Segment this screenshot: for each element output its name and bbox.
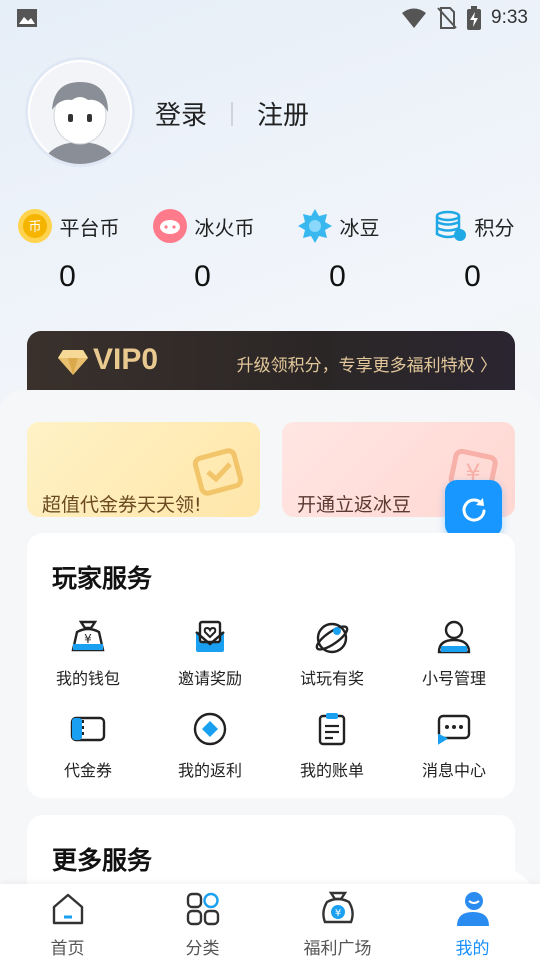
nav-item-mine[interactable]: 我的 <box>405 884 540 960</box>
rebate-icon <box>190 709 230 748</box>
diamond-icon <box>58 350 88 375</box>
currency-label: 冰豆 <box>339 215 380 240</box>
welfare-icon: ¥ <box>318 890 358 928</box>
trial-icon <box>312 617 352 656</box>
message-icon <box>434 709 474 748</box>
coin-icon: 币 <box>16 207 54 245</box>
svg-text:币: 币 <box>28 220 41 235</box>
player-services-card: 玩家服务 ¥ 我的钱包 邀请奖励 试玩有奖 小号管理 代金券 我的返利 我的账单… <box>27 533 515 798</box>
divider <box>231 101 234 126</box>
voucher-icon <box>68 709 108 748</box>
battery-charging-icon <box>467 6 482 30</box>
service-label: 消息中心 <box>421 761 486 780</box>
default-avatar-icon <box>30 62 130 164</box>
wallet-icon: ¥ <box>68 617 108 656</box>
profile-icon <box>453 890 493 928</box>
fire-coin-icon <box>151 207 189 245</box>
service-message-center[interactable]: 消息中心 <box>393 709 515 781</box>
nav-label: 福利广场 <box>303 939 372 959</box>
bottom-nav: 首页 分类 ¥ 福利广场 我的 <box>0 884 540 960</box>
currency-value: 0 <box>194 260 211 293</box>
voucher-promo-card[interactable]: 超值代金券天天领! <box>27 422 260 517</box>
section-title: 更多服务 <box>52 846 153 875</box>
service-label: 代金券 <box>63 761 112 780</box>
bill-icon <box>312 709 352 748</box>
currency-fire-coin[interactable]: 冰火币 0 <box>135 206 270 294</box>
currency-platform-coin[interactable]: 币 平台币 0 <box>0 206 135 294</box>
service-invite[interactable]: 邀请奖励 <box>149 617 271 689</box>
vip-promo-text: 升级领积分，专享更多福利特权 〉 <box>236 356 497 376</box>
svg-text:¥: ¥ <box>84 632 92 646</box>
avatar[interactable] <box>28 60 132 164</box>
currency-points[interactable]: 积分 0 <box>405 206 540 294</box>
vip-level: VIP0 <box>93 343 159 376</box>
invite-icon <box>190 617 230 656</box>
service-rebate[interactable]: 我的返利 <box>149 709 271 781</box>
service-trial[interactable]: 试玩有奖 <box>271 617 393 689</box>
service-account-manage[interactable]: 小号管理 <box>393 617 515 689</box>
currency-value: 0 <box>464 260 481 293</box>
refresh-icon <box>462 497 485 522</box>
nav-label: 我的 <box>455 939 490 959</box>
currency-label: 积分 <box>474 215 515 240</box>
currency-value: 0 <box>59 260 76 293</box>
register-link[interactable]: 注册 <box>257 95 309 132</box>
nav-item-category[interactable]: 分类 <box>135 884 270 960</box>
gallery-icon <box>17 9 37 27</box>
service-label: 我的账单 <box>299 761 364 780</box>
account-icon <box>434 617 474 656</box>
nav-label: 首页 <box>50 939 85 959</box>
login-link[interactable]: 登录 <box>155 95 207 132</box>
service-voucher[interactable]: 代金券 <box>27 709 149 781</box>
category-icon <box>183 890 223 928</box>
section-title: 玩家服务 <box>52 564 153 593</box>
svg-text:¥: ¥ <box>334 908 340 919</box>
service-label: 邀请奖励 <box>177 669 242 688</box>
auth-links: 登录 注册 <box>155 95 309 132</box>
home-icon <box>48 890 88 928</box>
service-bill[interactable]: 我的账单 <box>271 709 393 781</box>
service-label: 我的返利 <box>177 761 242 780</box>
wifi-icon <box>402 8 427 28</box>
currency-label: 平台币 <box>59 215 120 240</box>
ice-bean-icon <box>296 207 334 245</box>
nav-item-home[interactable]: 首页 <box>0 884 135 960</box>
service-label: 小号管理 <box>421 669 486 688</box>
promo-text: 超值代金券天天领! <box>42 494 202 516</box>
currency-value: 0 <box>329 260 346 293</box>
status-bar: 9:33 <box>0 0 540 36</box>
currency-ice-bean[interactable]: 冰豆 0 <box>270 206 405 294</box>
nav-item-welfare[interactable]: ¥ 福利广场 <box>270 884 405 960</box>
service-label: 我的钱包 <box>55 669 120 688</box>
currency-label: 冰火币 <box>194 215 255 240</box>
no-sim-icon <box>437 7 457 29</box>
promo-text: 开通立返冰豆 <box>297 494 412 516</box>
service-wallet[interactable]: ¥ 我的钱包 <box>27 617 149 689</box>
service-label: 试玩有奖 <box>299 669 364 688</box>
points-icon <box>431 207 469 245</box>
nav-label: 分类 <box>185 939 220 959</box>
currency-row: 币 平台币 0 冰火币 0 冰豆 0 积分 0 <box>0 206 540 294</box>
refresh-button[interactable] <box>445 480 502 537</box>
clock: 9:33 <box>491 7 528 28</box>
